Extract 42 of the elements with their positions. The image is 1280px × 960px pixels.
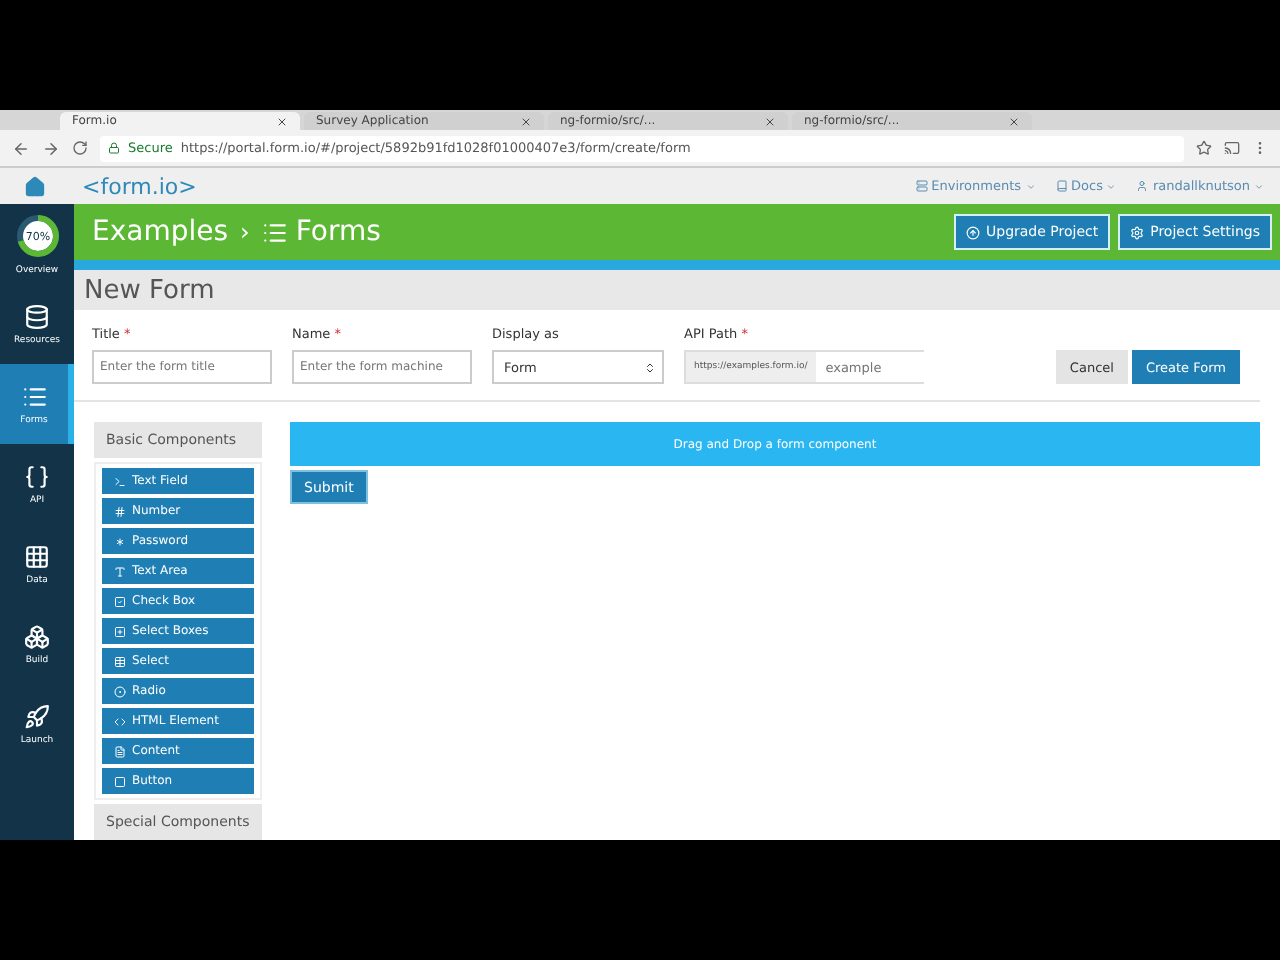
star-icon (1196, 140, 1212, 156)
sidebar-icon (24, 623, 50, 649)
component-icon (114, 685, 126, 697)
sidebar-icon (24, 303, 50, 329)
breadcrumb-item: Forms (295, 216, 381, 249)
nav-item-icon (1136, 180, 1149, 192)
button-icon (966, 225, 980, 240)
caret-icon (1025, 181, 1036, 191)
close-icon (276, 115, 288, 127)
sidebar-icon (24, 703, 50, 729)
component-icon (114, 535, 126, 547)
component-icon (114, 655, 126, 667)
logo[interactable]: <form.io> (82, 173, 197, 199)
lock-icon (108, 142, 120, 154)
component-icon (114, 625, 126, 637)
breadcrumb-item[interactable]: Examples (92, 216, 229, 249)
component-icon (114, 745, 126, 757)
breadcrumb-separator: › (240, 218, 250, 247)
close-icon (764, 115, 776, 127)
list-icon (261, 219, 288, 246)
page-title: New Form (74, 270, 1280, 310)
component-icon (114, 475, 126, 487)
component-icon (114, 595, 126, 607)
component-icon (114, 715, 126, 727)
sidebar-icon (24, 463, 50, 489)
close-icon (520, 115, 532, 127)
component-icon (114, 565, 126, 577)
sidebar-icon (24, 543, 50, 569)
component-icon (114, 775, 126, 787)
sidebar-icon (21, 383, 47, 409)
nav-item-icon (915, 180, 928, 192)
back-icon (12, 139, 30, 157)
component-icon (114, 505, 126, 517)
nav-item-icon (1055, 180, 1068, 192)
caret-icon (1106, 181, 1117, 191)
reload-icon (72, 140, 88, 156)
cast-icon (1224, 140, 1240, 156)
home-icon (24, 175, 46, 197)
caret-icon (1254, 181, 1264, 191)
close-icon (1008, 115, 1020, 127)
button-icon (1130, 225, 1145, 240)
forward-icon (42, 139, 60, 157)
